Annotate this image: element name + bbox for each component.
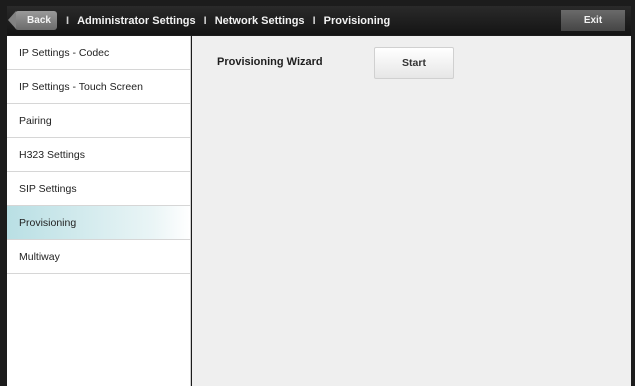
sidebar-item-ip-settings-codec[interactable]: IP Settings - Codec (7, 36, 190, 70)
sidebar-item-label: IP Settings - Codec (19, 46, 110, 59)
start-button[interactable]: Start (374, 47, 454, 79)
breadcrumb-network-settings[interactable]: Network Settings (215, 15, 305, 27)
breadcrumb-provisioning: Provisioning (323, 14, 391, 27)
breadcrumb-separator: I (203, 14, 207, 27)
top-bar: Back I Administrator Settings I Network … (7, 6, 631, 35)
sidebar-item-sip-settings[interactable]: SIP Settings (7, 172, 190, 206)
sidebar-item-label: IP Settings - Touch Screen (19, 80, 143, 93)
sidebar-item-pairing[interactable]: Pairing (7, 104, 190, 138)
app-window: Back I Administrator Settings I Network … (0, 0, 635, 386)
sidebar-item-provisioning[interactable]: Provisioning (7, 206, 190, 240)
exit-button[interactable]: Exit (561, 10, 625, 31)
sidebar-item-label: H323 Settings (19, 148, 85, 161)
sidebar: IP Settings - Codec IP Settings - Touch … (7, 36, 191, 386)
back-button[interactable]: Back (8, 11, 57, 30)
main-panel: Provisioning Wizard Start (192, 36, 631, 386)
breadcrumb-separator: I (66, 14, 70, 27)
breadcrumb-administrator-settings[interactable]: Administrator Settings (77, 15, 196, 27)
sidebar-item-label: Provisioning (19, 216, 77, 229)
sidebar-item-label: Pairing (19, 114, 52, 127)
breadcrumb-separator: I (312, 14, 316, 27)
sidebar-item-multiway[interactable]: Multiway (7, 240, 190, 274)
sidebar-item-label: Multiway (19, 250, 60, 263)
sidebar-item-ip-settings-touch-screen[interactable]: IP Settings - Touch Screen (7, 70, 190, 104)
sidebar-item-label: SIP Settings (19, 182, 77, 195)
sidebar-item-h323-settings[interactable]: H323 Settings (7, 138, 190, 172)
provisioning-wizard-label: Provisioning Wizard (217, 56, 323, 68)
